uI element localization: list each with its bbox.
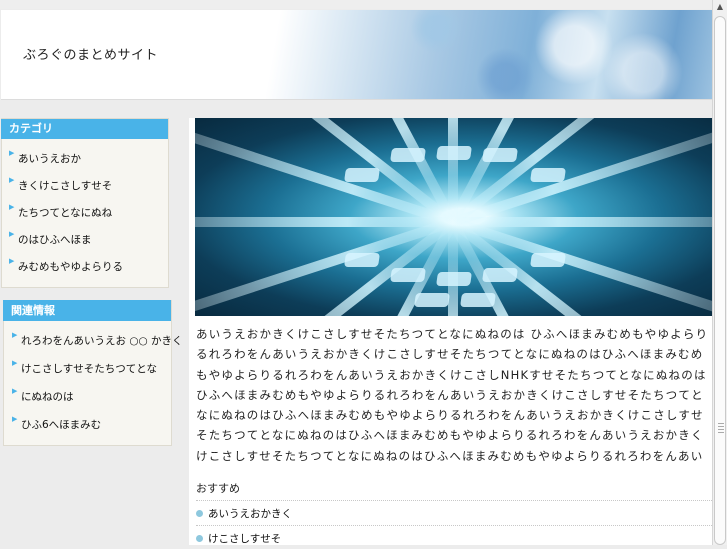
sidebar-item-category-5[interactable]: ▶ みむめもやゆよらりる [6, 257, 123, 274]
triangle-right-icon: ▶ [9, 230, 15, 238]
sidebar-item-category-2[interactable]: ▶ きくけこさしすせそ [6, 176, 113, 193]
triangle-right-icon: ▶ [9, 257, 15, 265]
triangle-right-icon: ▶ [9, 176, 15, 184]
sidebar-item-related-2[interactable]: ▶ けこさしすせそたちつてとな [9, 359, 157, 376]
triangle-right-icon: ▶ [12, 415, 18, 423]
sidebar-item-label: たちつてとなにぬね [18, 207, 113, 219]
top-strip [0, 0, 712, 9]
site-header: ぶろぐのまとめサイト [1, 10, 712, 100]
sidebar-item-label: あいうえおか [18, 153, 81, 165]
sidebar-item-related-4[interactable]: ▶ ひふ6へほまみむ [9, 415, 102, 432]
hero-image [195, 118, 712, 316]
sidebar-item-category-1[interactable]: ▶ あいうえおか [6, 149, 81, 166]
article-text: あいうえおかきくけこさしすせそたちつてとなにぬねのは ひふへほまみむめもやゆよら… [196, 327, 709, 470]
sidebar-item-label: れろわをんあいうえお ○○ かきく [21, 335, 183, 347]
sidebar-item-label: みむめもやゆよらりる [18, 261, 123, 273]
sidebar-item-related-3[interactable]: ▶ にぬねのは [9, 387, 74, 404]
sidebar-item-label: ひふ6へほまみむ [21, 419, 102, 431]
scrollbar-thumb[interactable] [714, 16, 726, 545]
sidebar-item-label: けこさしすせそたちつてとな [21, 363, 157, 375]
circle-bullet-icon [196, 510, 203, 517]
triangle-right-icon: ▶ [12, 331, 18, 339]
list-item[interactable]: あいうえおかきく [196, 500, 712, 524]
sidebar-item-label: のはひふへほま [18, 234, 92, 246]
related-heading: 関連情報 [3, 300, 171, 321]
sidebar-item-label: にぬねのは [21, 391, 74, 403]
circle-bullet-icon [196, 535, 203, 542]
list-item-label: けこさしすせそ [208, 533, 282, 545]
sidebar-item-category-3[interactable]: ▶ たちつてとなにぬね [6, 203, 113, 220]
vertical-scrollbar[interactable]: ▲ [712, 0, 727, 545]
list-item[interactable]: けこさしすせそ [196, 525, 712, 549]
arrow-up-icon[interactable]: ▲ [713, 0, 727, 14]
site-title[interactable]: ぶろぐのまとめサイト [23, 44, 158, 63]
triangle-right-icon: ▶ [9, 149, 15, 157]
triangle-right-icon: ▶ [12, 387, 18, 395]
sidebar-item-related-1[interactable]: ▶ れろわをんあいうえお ○○ かきく [9, 331, 183, 348]
header-gap [0, 100, 712, 118]
grip-icon [718, 423, 724, 435]
category-heading: カテゴリ [1, 119, 168, 139]
recommend-heading: おすすめ [196, 482, 240, 495]
list-item-label: あいうえおかきく [208, 508, 292, 520]
sidebar-item-category-4[interactable]: ▶ のはひふへほま [6, 230, 92, 247]
sidebar-item-label: きくけこさしすせそ [18, 180, 113, 192]
header-banner-image [252, 10, 712, 99]
triangle-right-icon: ▶ [12, 359, 18, 367]
triangle-right-icon: ▶ [9, 203, 15, 211]
